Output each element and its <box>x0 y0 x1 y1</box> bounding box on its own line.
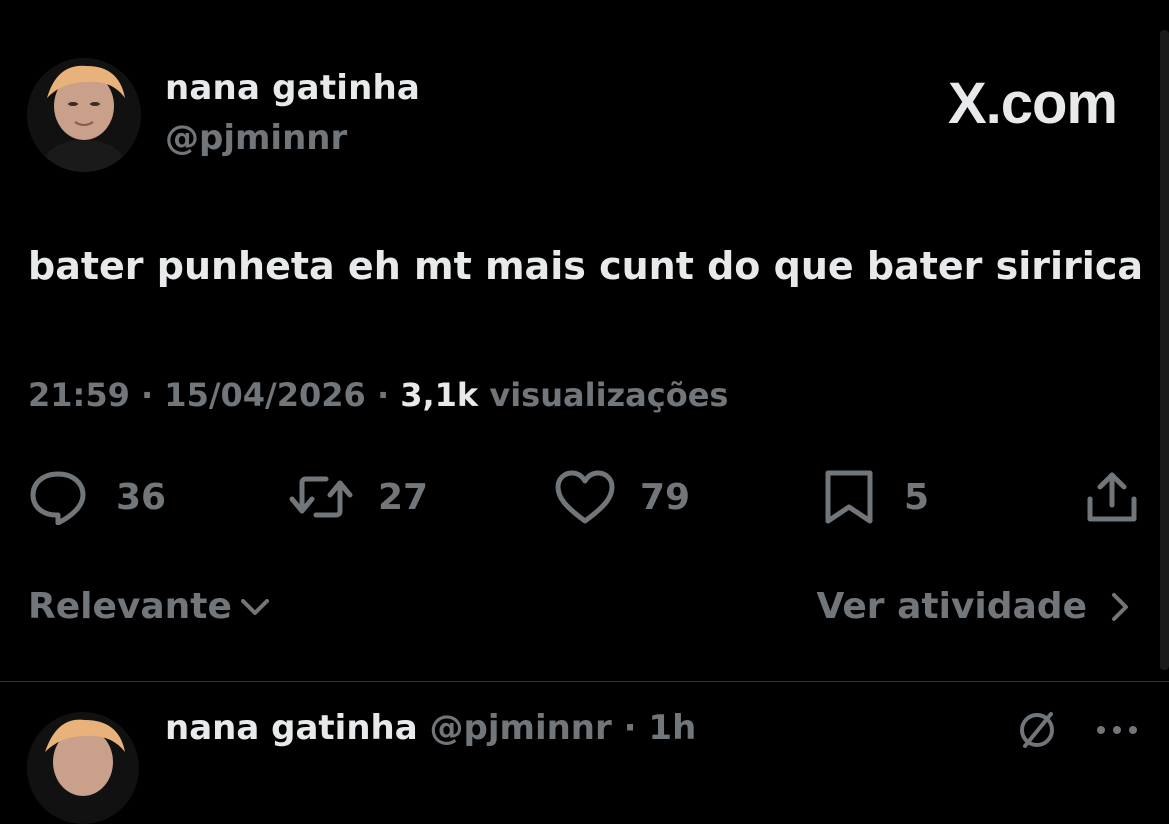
tweet-text: bater punheta eh mt mais cunt do que bat… <box>28 244 1143 288</box>
reply-author-avatar[interactable] <box>27 712 139 824</box>
tweet-action-bar: 36 27 79 5 <box>0 462 1169 532</box>
x-brand-logo: X.com <box>947 71 1118 136</box>
avatar-image <box>27 58 141 172</box>
repost-button[interactable]: 27 <box>288 462 428 532</box>
author-display-name[interactable]: nana gatinha <box>165 68 420 108</box>
author-handle[interactable]: @pjminnr <box>165 118 347 158</box>
divider <box>0 681 1169 682</box>
views-count: 3,1k <box>400 376 479 414</box>
bookmark-icon <box>825 470 873 524</box>
reply-author-handle[interactable]: @pjminnr <box>430 708 612 748</box>
repost-count: 27 <box>378 476 429 518</box>
heart-icon <box>555 470 615 524</box>
view-activity-link[interactable]: Ver atividade <box>817 586 1132 627</box>
chevron-down-icon <box>240 598 269 615</box>
like-count: 79 <box>640 476 691 518</box>
avatar-image <box>27 712 139 824</box>
speech-bubble-icon <box>30 471 86 525</box>
share-button[interactable] <box>1084 462 1140 532</box>
activity-label: Ver atividade <box>816 586 1088 627</box>
sort-label: Relevante <box>28 586 232 627</box>
meta-separator: · <box>376 376 390 414</box>
more-dots-icon[interactable] <box>1095 720 1139 740</box>
tweet-time[interactable]: 21:59 <box>28 376 130 414</box>
bookmark-count: 5 <box>904 476 930 518</box>
reply-author-name[interactable]: nana gatinha <box>165 708 418 748</box>
reply-button[interactable]: 36 <box>28 462 166 532</box>
reply-time[interactable]: 1h <box>648 708 696 748</box>
reply-separator: · <box>623 708 637 748</box>
repost-arrows-icon <box>289 476 353 518</box>
views-label: visualizações <box>489 376 729 414</box>
like-button[interactable]: 79 <box>554 462 690 532</box>
reply-header-icons <box>1015 708 1139 752</box>
author-avatar[interactable] <box>27 58 141 172</box>
grok-icon[interactable] <box>1015 708 1059 752</box>
tweet-date[interactable]: 15/04/2026 <box>164 376 366 414</box>
share-upload-icon <box>1087 472 1137 522</box>
bookmark-button[interactable]: 5 <box>822 462 929 532</box>
sort-selector[interactable]: Relevante <box>28 586 272 627</box>
tweet-meta: 21:59 · 15/04/2026 · 3,1k visualizações <box>28 376 728 414</box>
scrollbar[interactable] <box>1160 30 1169 670</box>
reply-header: nana gatinha @pjminnr · 1h <box>165 708 696 748</box>
meta-separator: · <box>141 376 154 414</box>
reply-count: 36 <box>116 476 167 518</box>
chevron-right-icon <box>1112 592 1128 621</box>
